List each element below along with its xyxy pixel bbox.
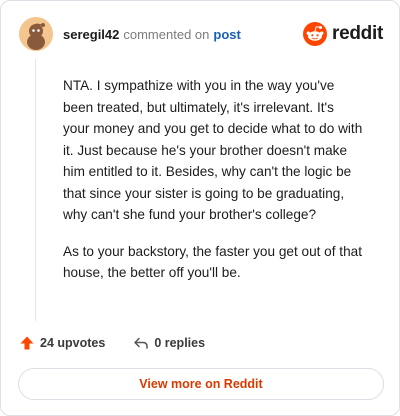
view-more-on-reddit-button[interactable]: View more on Reddit xyxy=(18,368,384,400)
comment-meta: seregil42 commented on post xyxy=(63,27,241,42)
user-avatar[interactable] xyxy=(19,17,53,51)
comment-embed-card: seregil42 commented on post reddit NTA. … xyxy=(0,0,400,416)
upvote-arrow-icon xyxy=(20,336,34,350)
comment-paragraph: As to your backstory, the faster you get… xyxy=(63,243,362,281)
reddit-logo-icon xyxy=(303,22,328,46)
replies-count: 0 replies xyxy=(154,336,206,350)
commented-on-text: commented on xyxy=(123,26,210,42)
reply-arrow-icon xyxy=(134,337,149,349)
reddit-brand-link[interactable]: reddit xyxy=(303,22,383,46)
post-link[interactable]: post xyxy=(213,27,240,42)
upvotes-count: 24 upvotes xyxy=(40,336,106,350)
upvote-button[interactable]: 24 upvotes xyxy=(19,335,105,351)
username-link[interactable]: seregil42 xyxy=(63,27,119,42)
reddit-wordmark: reddit xyxy=(332,23,383,44)
comment-actions: 24 upvotes 0 replies xyxy=(19,333,205,353)
comment-body: NTA. I sympathize with you in the way yo… xyxy=(63,75,363,299)
snoo-avatar-icon xyxy=(19,17,53,51)
comment-paragraph: NTA. I sympathize with you in the way yo… xyxy=(63,78,363,222)
thread-line xyxy=(35,59,36,321)
comment-header: seregil42 commented on post reddit xyxy=(19,16,383,52)
replies-button[interactable]: 0 replies xyxy=(133,335,205,351)
